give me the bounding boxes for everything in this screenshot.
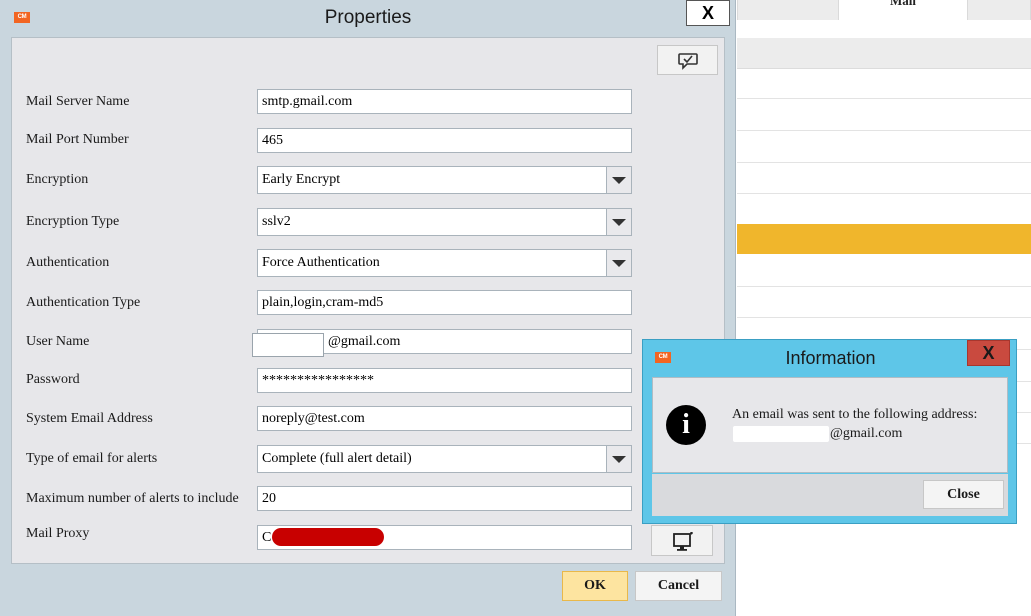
password-input[interactable]: ****************	[257, 368, 632, 393]
cancel-button[interactable]: Cancel	[635, 571, 722, 601]
monitor-icon	[673, 532, 693, 551]
system-email-address-input[interactable]: noreply@test.com	[257, 406, 632, 431]
information-title: Information	[785, 348, 876, 368]
redaction-box	[733, 426, 829, 442]
information-message-panel: i An email was sent to the following add…	[652, 377, 1008, 473]
encryption-value: Early Encrypt	[262, 172, 341, 187]
redaction-box	[252, 333, 324, 357]
user-name-label: User Name	[26, 334, 90, 349]
background-selected-row[interactable]	[737, 224, 1031, 254]
background-tab-mail-label: Mail	[890, 0, 916, 8]
chevron-down-icon[interactable]	[606, 209, 631, 235]
background-tab-bar: Mail	[737, 0, 1031, 20]
background-row-divider	[737, 162, 1031, 163]
information-address: @gmail.com	[830, 426, 903, 441]
close-button[interactable]: Close	[923, 480, 1004, 509]
alert-email-type-value: Complete (full alert detail)	[262, 451, 412, 466]
authentication-dropdown[interactable]: Force Authentication	[257, 249, 632, 277]
max-alerts-input[interactable]: 20	[257, 486, 632, 511]
background-tab-mail[interactable]: Mail	[839, 0, 967, 20]
proxy-settings-button[interactable]	[651, 525, 713, 556]
background-row-divider	[737, 130, 1031, 131]
mail-port-number-label: Mail Port Number	[26, 132, 129, 147]
properties-dialog: CM Properties X Mail Server Name smtp.gm…	[0, 0, 736, 616]
background-row-divider	[737, 98, 1031, 99]
help-button[interactable]	[657, 45, 718, 75]
password-label: Password	[26, 372, 80, 387]
redaction-mark	[272, 528, 384, 546]
encryption-type-dropdown[interactable]: sslv2	[257, 208, 632, 236]
background-row-divider	[737, 317, 1031, 318]
alert-email-type-label: Type of email for alerts	[26, 451, 158, 466]
background-row-divider	[737, 286, 1031, 287]
background-header-strip	[737, 38, 1031, 69]
ok-button[interactable]: OK	[562, 571, 628, 601]
authentication-value: Force Authentication	[262, 255, 380, 270]
encryption-label: Encryption	[26, 172, 89, 187]
properties-title: Properties	[324, 7, 412, 28]
information-close-button[interactable]: X	[967, 340, 1010, 366]
authentication-type-input[interactable]: plain,login,cram-md5	[257, 290, 632, 315]
background-row-divider	[737, 193, 1031, 194]
authentication-type-label: Authentication Type	[26, 295, 141, 310]
mail-proxy-label: Mail Proxy	[26, 526, 90, 541]
mail-server-name-label: Mail Server Name	[26, 94, 130, 109]
chevron-down-icon[interactable]	[606, 446, 631, 472]
properties-close-button[interactable]: X	[686, 0, 730, 26]
speech-bubble-check-icon	[678, 53, 698, 70]
authentication-label: Authentication	[26, 255, 110, 270]
background-tab[interactable]	[737, 0, 839, 20]
background-tab[interactable]	[967, 0, 1031, 20]
alert-email-type-dropdown[interactable]: Complete (full alert detail)	[257, 445, 632, 473]
max-alerts-label: Maximum number of alerts to include	[26, 491, 239, 506]
mail-port-number-input[interactable]: 465	[257, 128, 632, 153]
mail-server-name-input[interactable]: smtp.gmail.com	[257, 89, 632, 114]
chevron-down-icon[interactable]	[606, 167, 631, 193]
chevron-down-icon[interactable]	[606, 250, 631, 276]
information-message: An email was sent to the following addre…	[732, 407, 978, 422]
system-email-address-label: System Email Address	[26, 411, 153, 426]
properties-title-bar[interactable]: CM Properties	[0, 0, 736, 36]
encryption-dropdown[interactable]: Early Encrypt	[257, 166, 632, 194]
information-dialog: CM Information X i An email was sent to …	[642, 339, 1017, 524]
info-icon: i	[666, 405, 706, 445]
encryption-type-label: Encryption Type	[26, 214, 120, 229]
encryption-type-value: sslv2	[262, 214, 291, 229]
